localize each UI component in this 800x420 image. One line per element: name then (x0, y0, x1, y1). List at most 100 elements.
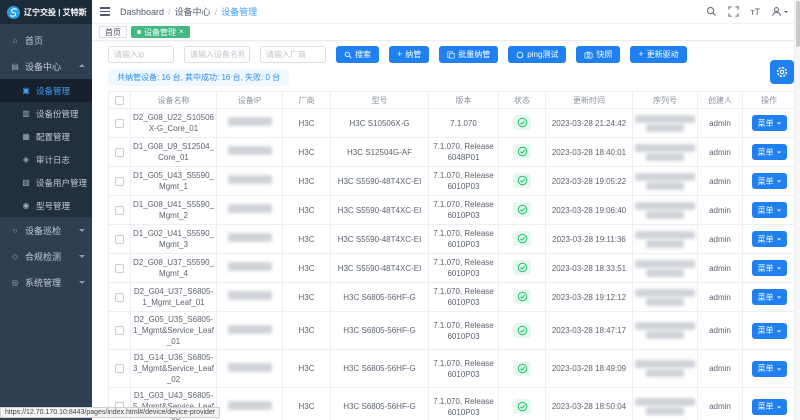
version: 7.1.070, Release 6010P03 (429, 254, 499, 283)
row-menu-button[interactable]: 菜单 (752, 323, 787, 339)
managed-devices-summary: 共纳管设备: 16 台, 其中成功: 16 台, 失败: 0 台 (108, 69, 289, 86)
system-manage-icon: ◎ (10, 278, 20, 287)
vendor: H3C (283, 109, 331, 138)
breadcrumb-item[interactable]: 设备中心 (175, 5, 211, 18)
breadcrumb-current: 设备管理 (221, 5, 257, 18)
user-avatar-icon[interactable] (771, 6, 788, 17)
ping-icon (516, 51, 524, 59)
filter-toolbar: 搜索 +纳管批量纳管 ping测试快照 +更新驱动 (108, 46, 795, 63)
ping-test-button[interactable]: ping测试 (508, 46, 566, 63)
row-menu-button[interactable]: 菜单 (752, 289, 787, 305)
sidebar-item-device-center[interactable]: ▤设备中心 (0, 53, 92, 79)
updated-time: 2023-03-28 19:06:40 (546, 196, 633, 225)
home-icon: ⌂ (10, 36, 20, 45)
sidebar-item-device-manage[interactable]: ▣设备管理 (0, 79, 92, 102)
row-menu-button[interactable]: 菜单 (752, 144, 787, 160)
status-success-icon (513, 361, 531, 376)
device-name-input[interactable] (184, 46, 250, 63)
row-checkbox[interactable] (115, 119, 124, 128)
close-icon[interactable]: × (179, 28, 184, 36)
device-ip-blurred (217, 167, 283, 196)
column-header: 厂商 (283, 92, 331, 109)
chevron-down-icon (777, 268, 781, 272)
topbar: Dashboard / 设备中心 / 设备管理 тT (92, 0, 800, 24)
row-menu-button[interactable]: 菜单 (752, 202, 787, 218)
version: 7.1.070, Release 6010P03 (429, 388, 499, 420)
search-icon[interactable] (706, 6, 717, 17)
device-manage-icon: ▣ (21, 86, 31, 95)
version: 7.1.070, Release 6010P03 (429, 283, 499, 312)
row-checkbox[interactable] (115, 177, 124, 186)
snapshot-button[interactable]: 快照 (576, 46, 620, 63)
sidebar-item-model-manage[interactable]: ◉型号管理 (0, 194, 92, 217)
select-all-checkbox[interactable] (115, 96, 124, 105)
update-driver-button[interactable]: +更新驱动 (630, 46, 686, 63)
row-checkbox[interactable] (115, 206, 124, 215)
sidebar-item-home[interactable]: ⌂首页 (0, 27, 92, 53)
column-header: 状态 (499, 92, 546, 109)
device-backup-icon: ▥ (21, 109, 31, 118)
sidebar-item-compliance[interactable]: ◇合规检测 (0, 243, 92, 269)
search-button[interactable]: 搜索 (336, 46, 379, 63)
vendor: H3C (283, 196, 331, 225)
device-center-icon: ▤ (10, 62, 20, 71)
table-row: D2_G05_U35_S6805-1_Mgmt&Service_Leaf_01H… (109, 312, 796, 350)
row-menu-button[interactable]: 菜单 (752, 361, 787, 377)
serial-blurred (633, 254, 698, 283)
sidebar-toggle-icon[interactable] (100, 7, 110, 16)
row-checkbox[interactable] (115, 235, 124, 244)
breadcrumb-item[interactable]: Dashboard (120, 7, 164, 17)
serial-blurred (633, 350, 698, 388)
plus-icon: + (397, 50, 402, 59)
sidebar-item-device-backup[interactable]: ▥设备份管理 (0, 102, 92, 125)
sidebar-item-inspection[interactable]: ○设备巡检 (0, 217, 92, 243)
model: H3C S5590-48T4XC-EI (331, 196, 429, 225)
creator: admin (698, 225, 743, 254)
device-name: D1_G02_U41_S5590_Mgmt_3 (131, 225, 217, 254)
plus-icon: + (638, 50, 643, 59)
version: 7.1.070, Release 6010P03 (429, 312, 499, 350)
vendor-input[interactable] (260, 46, 326, 63)
sidebar-item-device-user[interactable]: ▧设备用户管理 (0, 171, 92, 194)
batch-manage-button[interactable]: 批量纳管 (439, 46, 498, 63)
row-checkbox[interactable] (115, 326, 124, 335)
vendor: H3C (283, 167, 331, 196)
row-menu-button[interactable]: 菜单 (752, 399, 787, 415)
row-checkbox[interactable] (115, 264, 124, 273)
column-header: 型号 (331, 92, 429, 109)
row-menu-button[interactable]: 菜单 (752, 173, 787, 189)
device-name: D2_G05_U35_S6805-1_Mgmt&Service_Leaf_01 (131, 312, 217, 350)
sidebar-item-audit-log[interactable]: ◈审计日志 (0, 148, 92, 171)
tab-device-manage[interactable]: 设备管理 × (131, 26, 190, 38)
row-checkbox[interactable] (115, 364, 124, 373)
fullscreen-icon[interactable] (728, 6, 739, 17)
serial-blurred (633, 225, 698, 254)
add-manage-button[interactable]: +纳管 (389, 46, 429, 63)
gear-icon (775, 65, 789, 79)
sidebar-item-system-manage[interactable]: ◎系统管理 (0, 269, 92, 295)
row-checkbox[interactable] (115, 148, 124, 157)
sidebar-item-config-manage[interactable]: ▦配置管理 (0, 125, 92, 148)
model: H3C S12504G-AF (331, 138, 429, 167)
ip-input[interactable] (108, 46, 174, 63)
chevron-down-icon (777, 210, 781, 214)
row-menu-button[interactable]: 菜单 (752, 115, 787, 131)
chevron-down-icon (79, 281, 85, 287)
status-success-icon (513, 115, 531, 130)
row-menu-button[interactable]: 菜单 (752, 260, 787, 276)
scrollbar-thumb[interactable] (796, 1, 800, 47)
theme-settings-button[interactable] (770, 60, 794, 84)
font-size-icon[interactable]: тT (750, 7, 760, 17)
model: H3C S6805-56HF-G (331, 283, 429, 312)
updated-time: 2023-03-28 18:47:17 (546, 312, 633, 350)
serial-blurred (633, 283, 698, 312)
column-header: 操作 (743, 92, 796, 109)
row-checkbox[interactable] (115, 293, 124, 302)
row-menu-button[interactable]: 菜单 (752, 231, 787, 247)
page-scrollbar (794, 0, 800, 420)
vendor: H3C (283, 283, 331, 312)
tab-home[interactable]: 首页 (99, 26, 127, 38)
updated-time: 2023-03-28 19:11:36 (546, 225, 633, 254)
creator: admin (698, 388, 743, 420)
sidebar-menu: ⌂首页▤设备中心▣设备管理▥设备份管理▦配置管理◈审计日志▧设备用户管理◉型号管… (0, 27, 92, 295)
